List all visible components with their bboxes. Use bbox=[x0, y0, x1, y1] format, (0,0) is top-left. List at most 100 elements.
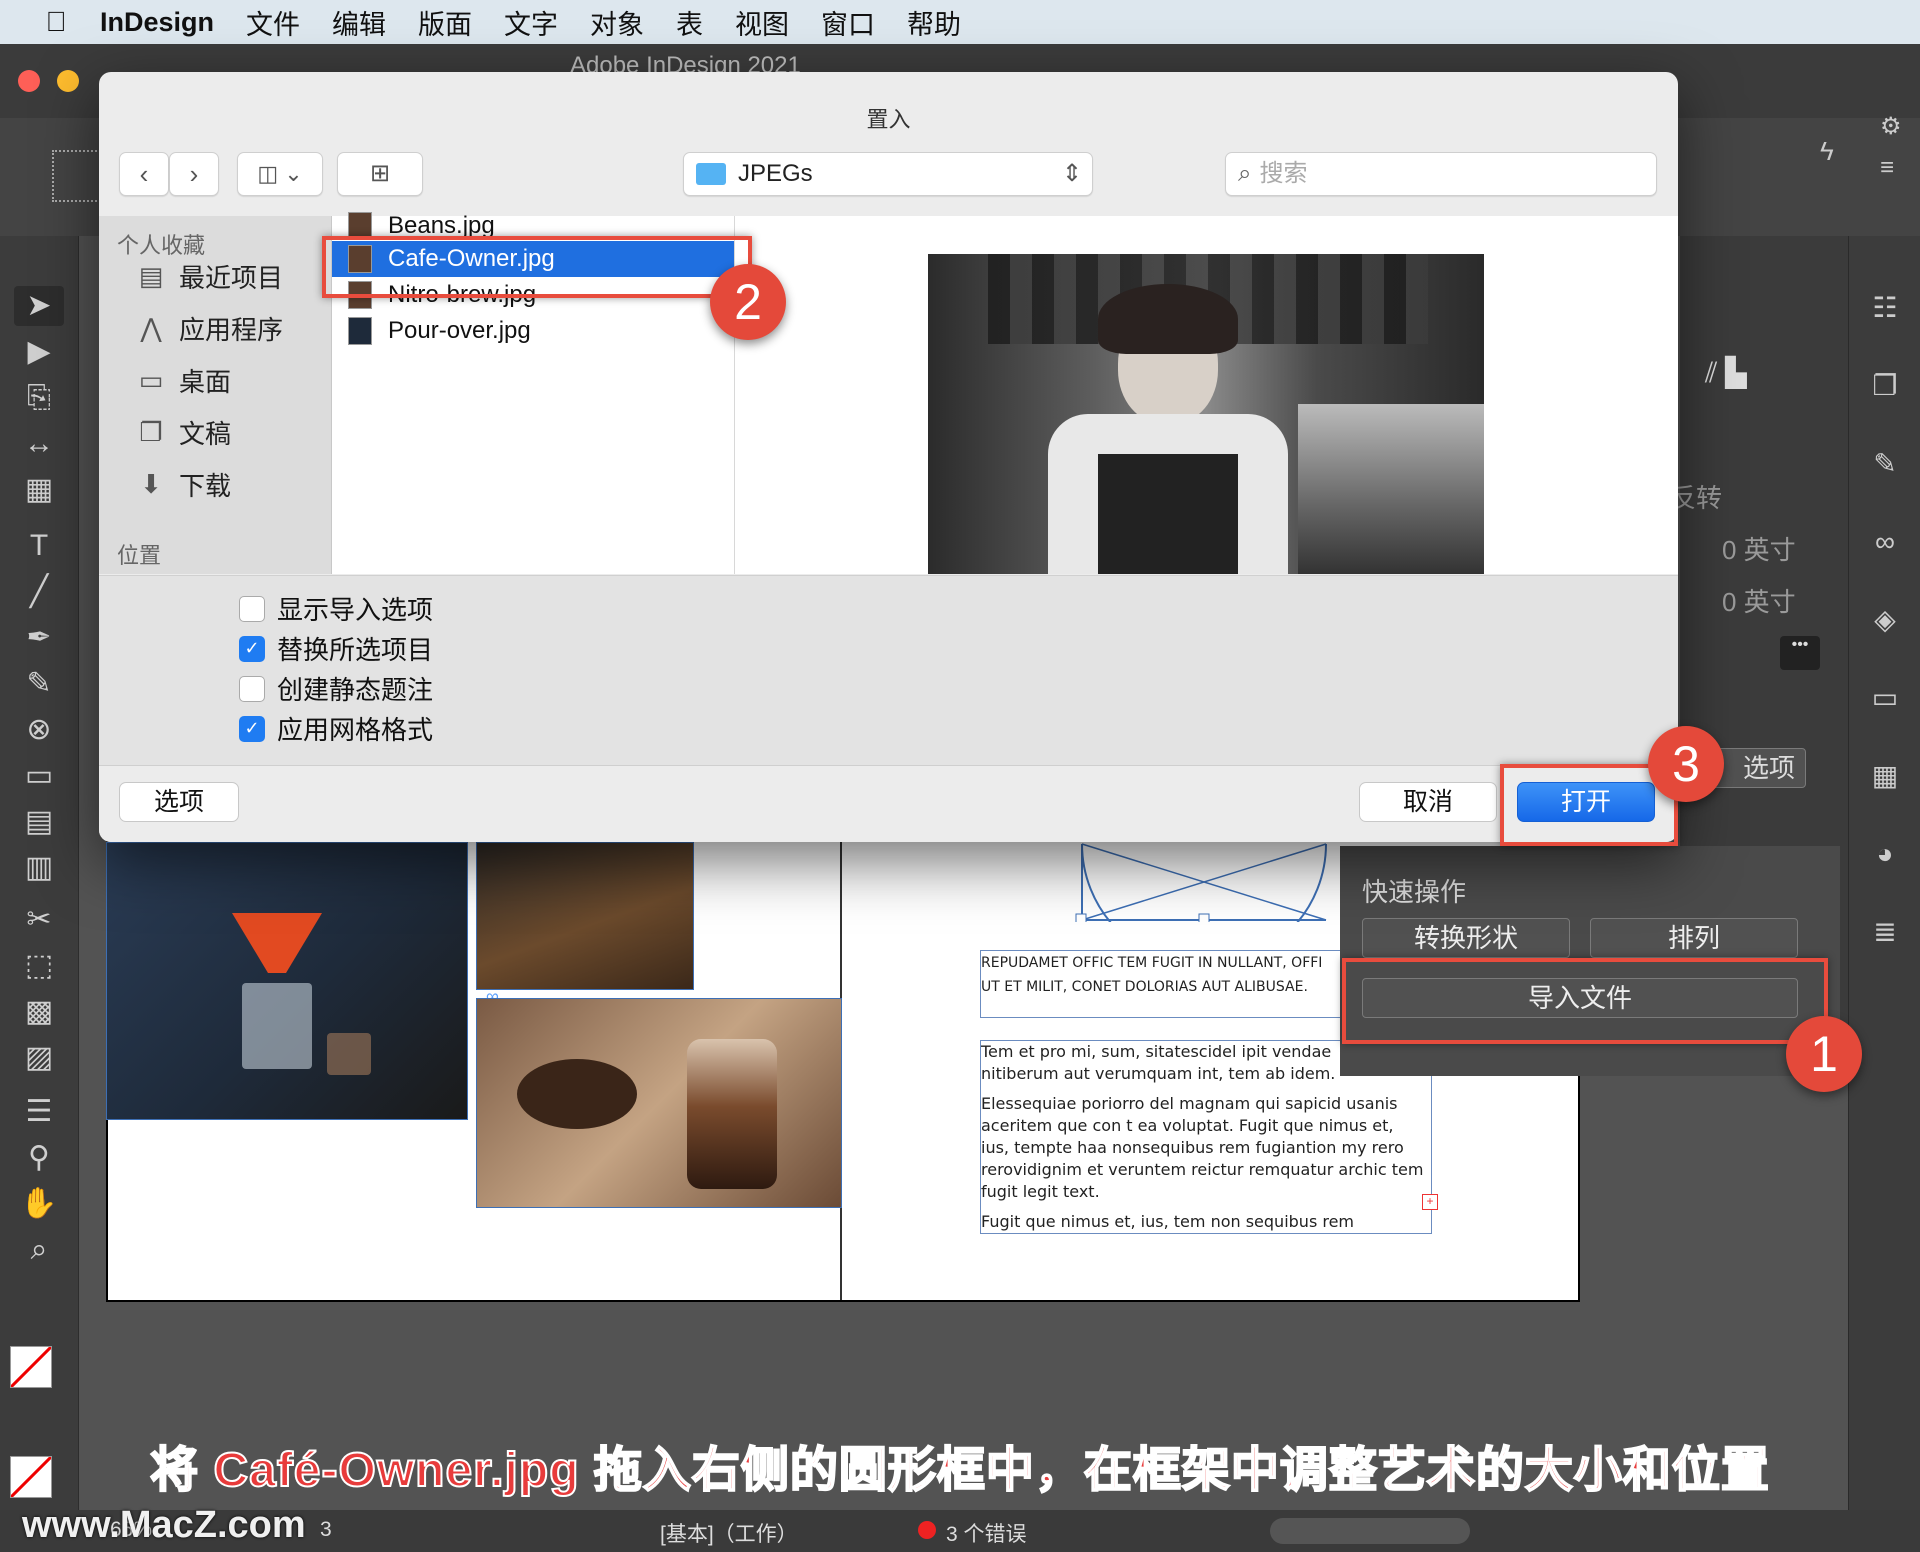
checkbox-box bbox=[239, 675, 265, 702]
documents-icon: ❐ bbox=[139, 416, 163, 447]
note-tool-icon[interactable]: ☰ bbox=[14, 1092, 64, 1132]
search-icon: ⌕ bbox=[1238, 160, 1252, 187]
inch-field-2[interactable]: 0 英寸 bbox=[1722, 582, 1796, 619]
gap-tool-icon[interactable]: ↔ bbox=[14, 424, 64, 464]
sidebar-item-label: 应用程序 bbox=[179, 314, 284, 345]
scissors-tool-icon[interactable]: ✂ bbox=[14, 900, 64, 940]
sidebar-item-downloads[interactable]: ⬇ 下载 bbox=[133, 464, 231, 504]
menu-help[interactable]: 帮助 bbox=[891, 3, 977, 42]
content-collector-icon[interactable]: ▦ bbox=[14, 470, 64, 510]
pen-tool-icon[interactable]: ✒ bbox=[14, 618, 64, 658]
step-badge-1: 1 bbox=[1786, 1016, 1862, 1092]
table-tool-icon[interactable]: ▤ bbox=[14, 802, 64, 842]
menu-type[interactable]: 文字 bbox=[488, 3, 574, 42]
options-button[interactable]: 选项 bbox=[119, 782, 239, 822]
fill-swatch-icon[interactable] bbox=[9, 1345, 53, 1389]
mode-label[interactable]: [基本]（工作） bbox=[660, 1518, 798, 1548]
menu-window[interactable]: 窗口 bbox=[805, 3, 891, 42]
direct-selection-tool-icon[interactable]: ▶ bbox=[14, 332, 64, 372]
horizontal-scrollbar[interactable] bbox=[1270, 1518, 1470, 1544]
menu-layout[interactable]: 版面 bbox=[402, 3, 488, 42]
type-tool-icon[interactable]: T bbox=[14, 526, 64, 566]
close-window-icon[interactable] bbox=[18, 70, 40, 92]
links-icon[interactable]: ∞ bbox=[1861, 520, 1909, 564]
pages-icon[interactable]: ❐ bbox=[1861, 364, 1909, 408]
inch-field-1[interactable]: 0 英寸 bbox=[1722, 530, 1796, 567]
zoom-tool-icon[interactable]: ⌕ bbox=[14, 1230, 64, 1270]
new-folder-button[interactable]: ⊞ bbox=[337, 152, 423, 196]
cc-libraries-icon[interactable]: ✎ bbox=[1861, 442, 1909, 486]
convert-shape-button[interactable]: 转换形状 bbox=[1362, 918, 1570, 958]
free-transform-tool-icon[interactable]: ⬚ bbox=[14, 946, 64, 986]
color-icon[interactable]: ◕ bbox=[1861, 832, 1909, 876]
nitro-brew-photo[interactable] bbox=[476, 998, 842, 1208]
checkbox-box: ✓ bbox=[239, 635, 265, 662]
location-popup[interactable]: JPEGs ⇕ bbox=[683, 152, 1093, 196]
gradient-feather-tool-icon[interactable]: ▨ bbox=[14, 1038, 64, 1078]
tutorial-caption: 将 Café-Owner.jpg 拖入右侧的圆形框中，在框架中调整艺术的大小和位… bbox=[149, 1443, 1770, 1498]
view-mode-button[interactable]: ◫ ⌄ bbox=[237, 152, 323, 196]
error-count[interactable]: 3 个错误 bbox=[946, 1518, 1027, 1548]
minimize-window-icon[interactable] bbox=[57, 70, 79, 92]
hand-tool-icon[interactable]: ✋ bbox=[14, 1184, 64, 1224]
file-item-pour-over[interactable]: Pour-over.jpg bbox=[332, 313, 734, 349]
lightning-icon[interactable]: ϟ bbox=[1820, 136, 1834, 167]
pencil-tool-icon[interactable]: ✎ bbox=[14, 664, 64, 704]
apply-grid-format-checkbox[interactable]: ✓ 应用网格格式 bbox=[239, 710, 433, 747]
menu-file[interactable]: 文件 bbox=[230, 3, 316, 42]
rectangle-tool-icon[interactable]: ▭ bbox=[14, 756, 64, 796]
stroke-icon[interactable]: ▭ bbox=[1861, 676, 1909, 720]
ellipse-frame-tool-icon[interactable]: ⊗ bbox=[14, 710, 64, 750]
reference-point-icon[interactable] bbox=[52, 150, 104, 202]
back-button[interactable]: ‹ bbox=[119, 152, 169, 196]
menu-edit[interactable]: 编辑 bbox=[316, 3, 402, 42]
beans-photo[interactable] bbox=[476, 842, 694, 990]
align-icon[interactable]: ⫽ ▙ bbox=[1705, 356, 1747, 390]
eyedropper-tool-icon[interactable]: ⚲ bbox=[14, 1138, 64, 1178]
sidebar-item-recents[interactable]: ▤ 最近项目 bbox=[133, 256, 283, 296]
line-tool-icon[interactable]: ╱ bbox=[14, 572, 64, 612]
page-number[interactable]: 3 bbox=[320, 1518, 332, 1542]
desktop-icon: ▭ bbox=[138, 364, 164, 395]
sidebar-item-applications[interactable]: ⋀ 应用程序 bbox=[133, 308, 283, 348]
cancel-button[interactable]: 取消 bbox=[1359, 782, 1497, 822]
sidebar-item-desktop[interactable]: ▭ 桌面 bbox=[133, 360, 231, 400]
properties-icon[interactable]: ☷ bbox=[1861, 286, 1909, 330]
show-import-options-checkbox[interactable]: 显示导入选项 bbox=[239, 590, 433, 627]
selection-tool-icon[interactable]: ➤ bbox=[14, 286, 64, 326]
swatches-icon[interactable]: ▦ bbox=[1861, 754, 1909, 798]
error-indicator-icon bbox=[918, 1521, 936, 1539]
more-options-icon[interactable]: ••• bbox=[1780, 636, 1820, 670]
menu-app-name[interactable]: InDesign bbox=[84, 7, 230, 38]
pour-over-photo[interactable] bbox=[106, 842, 468, 1120]
apple-icon[interactable]:  bbox=[28, 6, 84, 38]
menu-object[interactable]: 对象 bbox=[574, 3, 660, 42]
replace-selected-item-checkbox[interactable]: ✓ 替换所选项目 bbox=[239, 630, 433, 667]
overset-text-icon[interactable]: + bbox=[1422, 1194, 1438, 1210]
menu-table[interactable]: 表 bbox=[660, 3, 719, 42]
paragraph-styles-icon[interactable]: ≣ bbox=[1861, 910, 1909, 954]
menu-view[interactable]: 视图 bbox=[719, 3, 805, 42]
gear-icon[interactable]: ⚙ bbox=[1880, 112, 1902, 141]
search-placeholder: 搜索 bbox=[1259, 160, 1308, 187]
layers-icon[interactable]: ◈ bbox=[1861, 598, 1909, 642]
arrange-button[interactable]: 排列 bbox=[1590, 918, 1798, 958]
quick-actions-title: 快速操作 bbox=[1362, 877, 1467, 907]
glass-shape bbox=[242, 983, 312, 1069]
search-field[interactable]: ⌕ 搜索 bbox=[1225, 152, 1657, 196]
sidebar-item-label: 文稿 bbox=[179, 418, 232, 449]
forward-button[interactable]: › bbox=[169, 152, 219, 196]
sidebar-item-documents[interactable]: ❐ 文稿 bbox=[133, 412, 231, 452]
finder-sidebar: 个人收藏 ▤ 最近项目 ⋀ 应用程序 ▭ 桌面 ❐ 文稿 ⬇ 下载 位置 bbox=[99, 216, 332, 574]
page-tool-icon[interactable]: ⎘ bbox=[14, 378, 64, 418]
sidebar-item-label: 桌面 bbox=[179, 366, 232, 397]
caps-text-frame[interactable]: REPUDAMET OFFIC TEM FUGIT IN NULLANT, OF… bbox=[980, 950, 1342, 1018]
gradient-swatch-tool-icon[interactable]: ▩ bbox=[14, 992, 64, 1032]
create-static-captions-checkbox[interactable]: 创建静态题注 bbox=[239, 670, 433, 707]
options-partial-button[interactable]: 选项 bbox=[1712, 748, 1806, 788]
ellipse-frame[interactable] bbox=[1068, 842, 1340, 922]
grid-tool-icon[interactable]: ▥ bbox=[14, 848, 64, 888]
locations-header: 位置 bbox=[117, 543, 162, 568]
preview-pane bbox=[735, 216, 1678, 574]
panel-menu-icon[interactable]: ≡ bbox=[1880, 154, 1894, 182]
